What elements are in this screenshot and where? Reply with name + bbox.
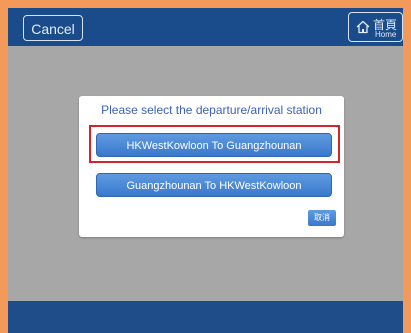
home-icon [356, 20, 370, 34]
dialog-cancel-button[interactable]: 取消 [308, 210, 336, 226]
cancel-button[interactable]: Cancel [23, 15, 83, 41]
home-label-english: Home [375, 30, 397, 39]
dialog-title: Please select the departure/arrival stat… [101, 103, 322, 117]
selection-highlight-box [89, 125, 340, 163]
home-button[interactable]: 首頁 Home [348, 12, 403, 42]
kiosk-screen: Cancel 首頁 Home Please select the departu… [8, 8, 403, 333]
bottom-bar [8, 301, 403, 333]
route-guangzhounan-to-hkwestkowloon-button[interactable]: Guangzhounan To HKWestKowloon [96, 173, 332, 197]
station-select-dialog: Please select the departure/arrival stat… [79, 96, 344, 237]
top-bar: Cancel 首頁 Home [8, 8, 403, 46]
